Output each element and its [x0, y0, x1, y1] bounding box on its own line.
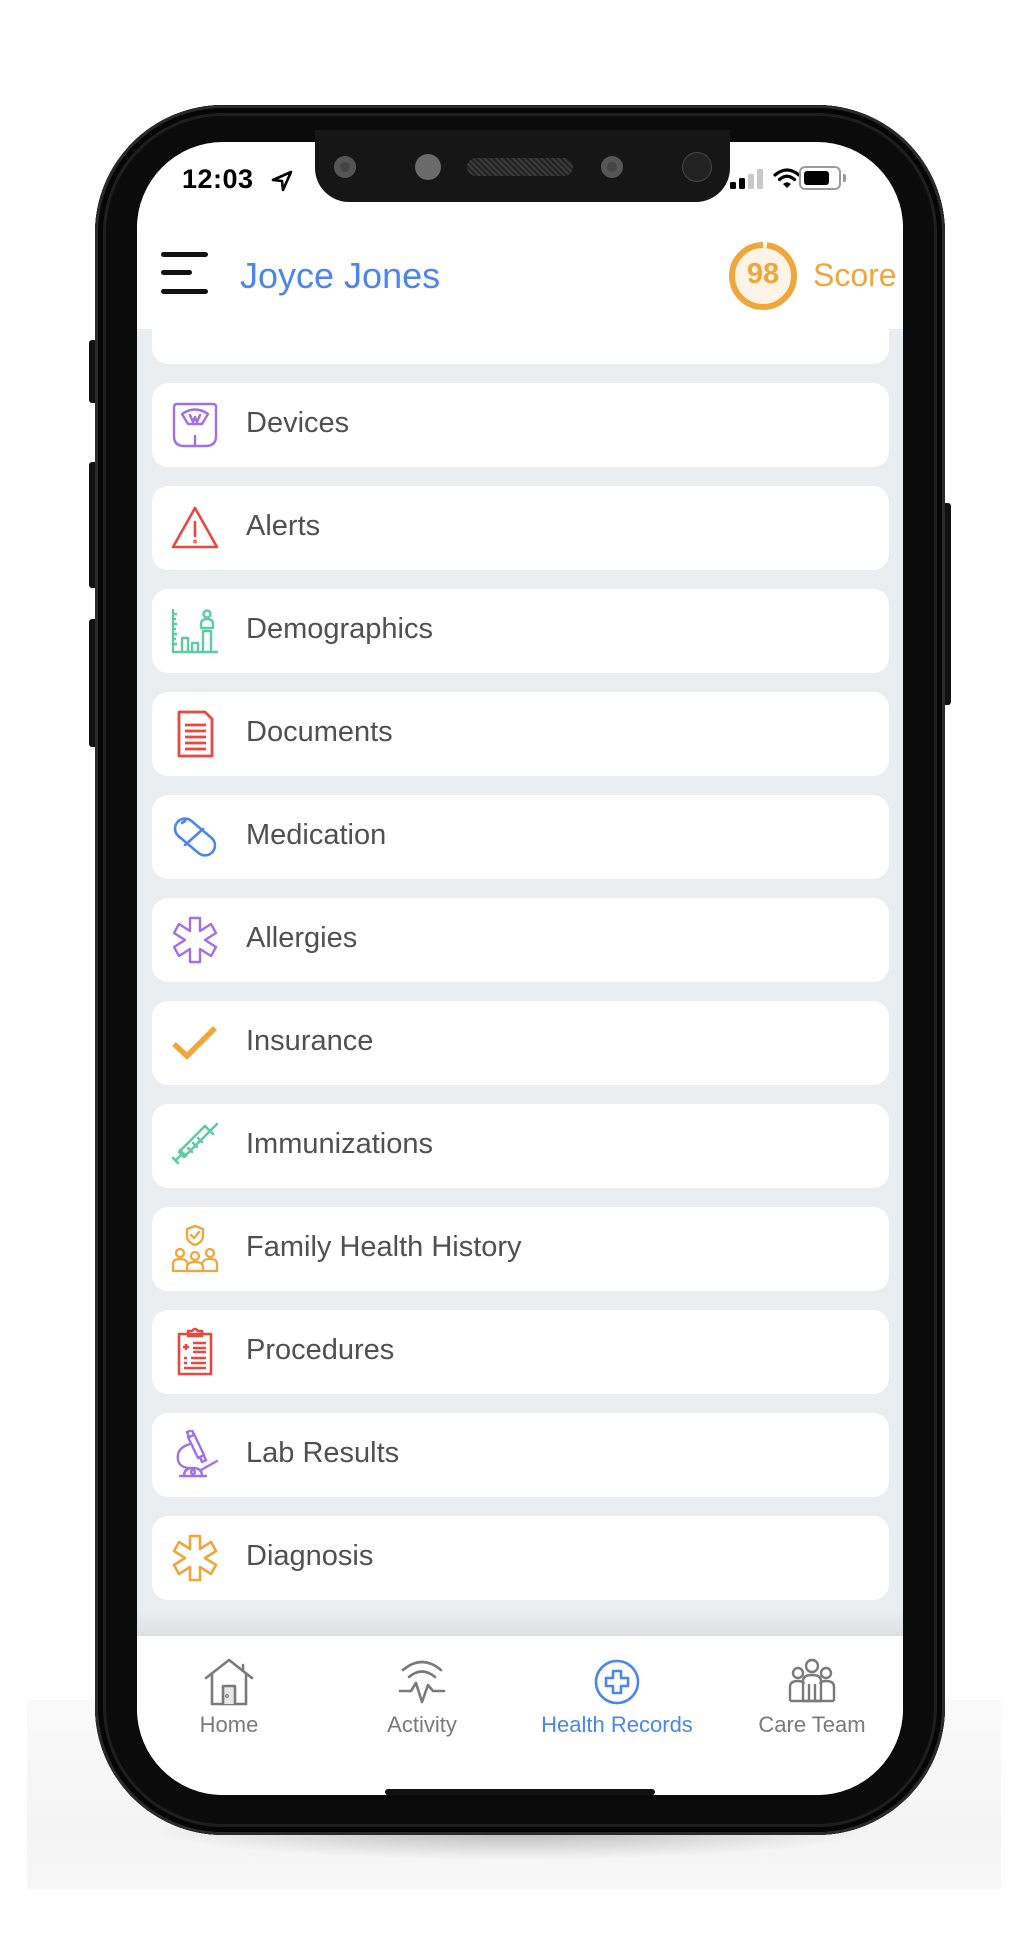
menu-item-insurance[interactable]: Insurance [152, 1001, 889, 1085]
score-label: Score [813, 257, 897, 293]
menu-item-procedures[interactable]: Procedures [152, 1310, 889, 1394]
menu-item-diagnosis[interactable]: Diagnosis [152, 1516, 889, 1600]
nav-label: Activity [387, 1712, 457, 1737]
score-badge[interactable]: 98 Score [727, 240, 903, 312]
menu-item-label: Lab Results [246, 1437, 400, 1469]
nav-label: Care Team [758, 1712, 866, 1737]
menu-item-label: Allergies [246, 922, 358, 954]
menu-item-documents[interactable]: Documents [152, 692, 889, 776]
menu-item-label: Alerts [246, 510, 321, 542]
scale-icon [172, 402, 218, 448]
list-item-partial[interactable] [152, 329, 889, 364]
menu-item-devices[interactable]: Devices [152, 383, 889, 467]
score-value: 98 [746, 258, 780, 290]
nav-health-records[interactable]: Health Records [522, 1658, 712, 1748]
sensor-dot [415, 154, 441, 180]
menu-item-demographics[interactable]: Demographics [152, 589, 889, 673]
user-name[interactable]: Joyce Jones [240, 255, 440, 297]
app-screen: 12:03 Joyce Jones 98 Score Devices Alert… [137, 142, 903, 1795]
menu-item-label: Diagnosis [246, 1540, 374, 1572]
wifi-icon [773, 168, 801, 188]
pill-capsule-icon [173, 817, 217, 857]
hamburger-menu-icon[interactable] [161, 252, 209, 294]
home-indicator [385, 1789, 655, 1795]
menu-item-label: Family Health History [246, 1231, 522, 1263]
health-records-cross-icon [594, 1659, 640, 1705]
nav-activity[interactable]: Activity [327, 1658, 517, 1748]
nav-label: Home [199, 1712, 259, 1737]
health-records-list: Devices Alerts Demographics Documents Me… [137, 329, 903, 1636]
microscope-icon [176, 1430, 219, 1478]
syringe-icon [171, 1122, 219, 1165]
location-arrow-icon [271, 170, 293, 192]
list-bottom-fade [137, 1610, 903, 1636]
family-shield-icon [171, 1224, 219, 1273]
nav-care-team[interactable]: Care Team [717, 1658, 903, 1748]
bottom-navigation: Home Activity Health Records Care Team [137, 1636, 903, 1795]
menu-item-immunizations[interactable]: Immunizations [152, 1104, 889, 1188]
signal-icon [730, 169, 764, 189]
menu-item-label: Medication [246, 819, 387, 851]
front-camera [683, 153, 711, 181]
menu-item-label: Immunizations [246, 1128, 433, 1160]
status-time: 12:03 [182, 164, 254, 194]
checkmark-icon [172, 1026, 217, 1060]
sensor-dot [334, 156, 356, 178]
warning-triangle-icon [171, 506, 219, 549]
menu-item-label: Documents [246, 716, 393, 748]
menu-item-family-health-history[interactable]: Family Health History [152, 1207, 889, 1291]
care-team-icon [788, 1658, 836, 1703]
activity-pulse-icon [398, 1660, 446, 1704]
menu-item-allergies[interactable]: Allergies [152, 898, 889, 982]
menu-item-medication[interactable]: Medication [152, 795, 889, 879]
menu-item-label: Insurance [246, 1025, 374, 1057]
medical-star-icon [172, 1534, 218, 1582]
earpiece-speaker [467, 158, 573, 176]
sensor-dot [601, 156, 623, 178]
menu-item-label: Demographics [246, 613, 433, 645]
asterisk-icon [172, 916, 218, 964]
menu-item-lab-results[interactable]: Lab Results [152, 1413, 889, 1497]
app-header: Joyce Jones 98 Score [137, 202, 903, 329]
menu-item-label: Procedures [246, 1334, 395, 1366]
clipboard-icon [177, 1327, 213, 1376]
menu-item-label: Devices [246, 407, 350, 439]
nav-home[interactable]: Home [137, 1658, 324, 1748]
battery-icon [799, 166, 846, 190]
nav-label: Health Records [541, 1712, 693, 1737]
menu-item-alerts[interactable]: Alerts [152, 486, 889, 570]
home-icon [204, 1658, 254, 1706]
document-icon [177, 710, 214, 758]
growth-chart-icon [171, 609, 218, 654]
